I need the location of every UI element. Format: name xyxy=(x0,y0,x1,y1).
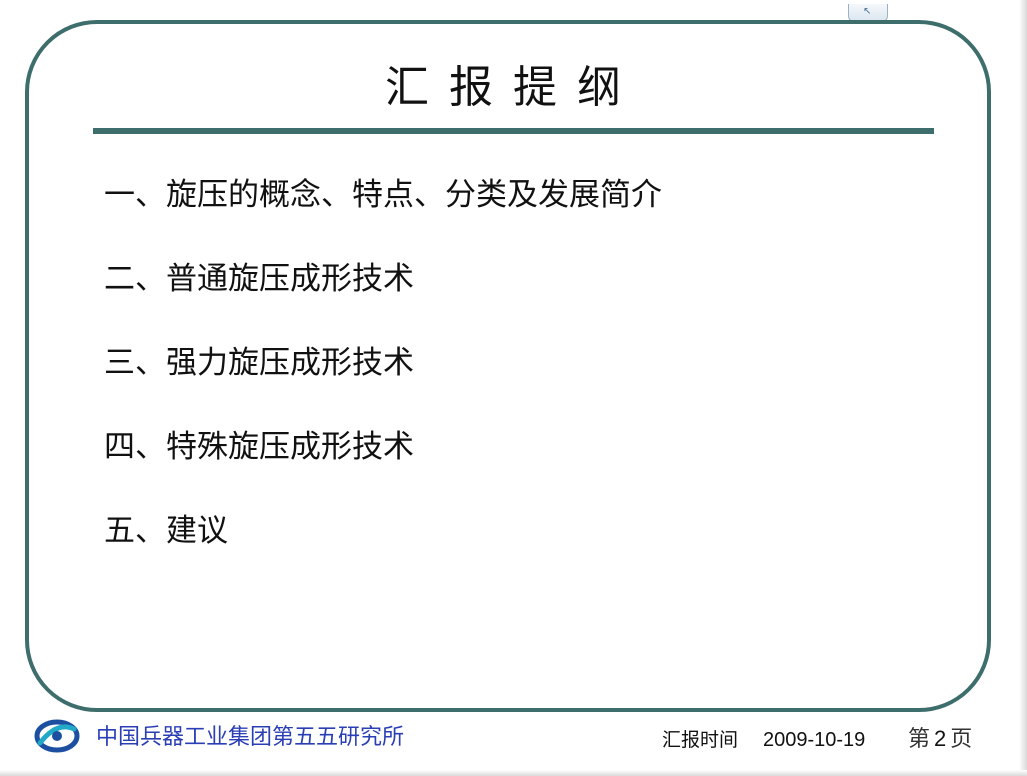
outline-item: 四、特殊旋压成形技术 xyxy=(104,429,414,465)
outline-list: 一、旋压的概念、特点、分类及发展简介 二、普通旋压成形技术 三、强力旋压成形技术… xyxy=(104,168,662,588)
slide-title: 汇报提纲 xyxy=(385,62,641,113)
outline-item: 二、普通旋压成形技术 xyxy=(104,261,414,297)
outline-item: 五、建议 xyxy=(104,513,228,549)
outline-item: 一、旋压的概念、特点、分类及发展简介 xyxy=(104,177,662,213)
report-date: 2009-10-19 xyxy=(763,729,866,751)
page-number: 第2页 xyxy=(908,724,972,755)
organization-name: 中国兵器工业集团第五五研究所 xyxy=(96,725,405,750)
page-number-value: 2 xyxy=(934,726,947,751)
report-time-label: 汇报时间 xyxy=(662,729,739,751)
page-suffix: 页 xyxy=(950,727,973,752)
slide-shadow-right xyxy=(1019,0,1027,776)
slide: ↖ 汇报提纲 一、旋压的概念、特点、分类及发展简介 二、普通旋压成形技术 三、强… xyxy=(0,0,1027,776)
arrow-icon: ↖ xyxy=(863,6,872,17)
outline-item: 三、强力旋压成形技术 xyxy=(104,345,414,381)
organization-logo-icon xyxy=(34,719,80,753)
slide-shadow-bottom xyxy=(0,770,1027,776)
title-underline xyxy=(93,128,934,134)
page-prefix: 第 xyxy=(908,727,931,752)
